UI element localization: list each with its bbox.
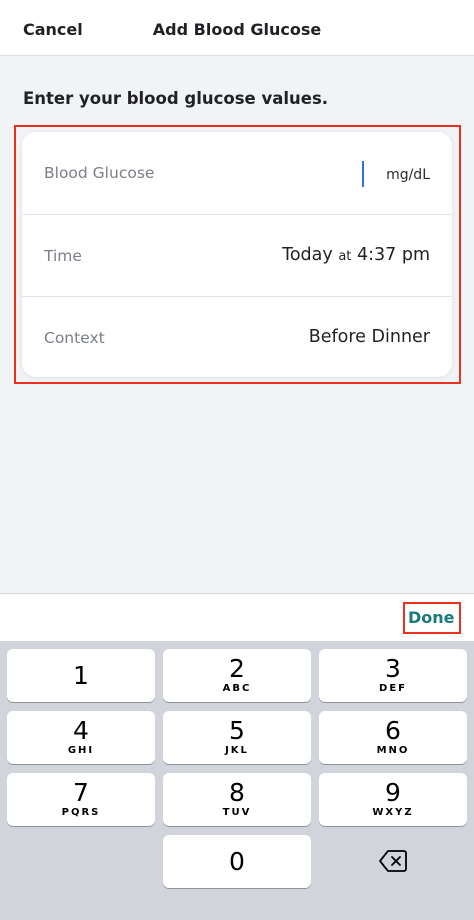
instruction-text: Enter your blood glucose values. <box>23 89 329 108</box>
context-row[interactable]: Context Before Dinner <box>22 296 452 378</box>
time-row[interactable]: Time Today at 4:37 pm <box>22 214 452 296</box>
key-digit: 3 <box>385 654 401 683</box>
context-label: Context <box>44 329 105 347</box>
key-letters: DEF <box>379 683 407 694</box>
key-letters: MNO <box>376 745 410 756</box>
backspace-icon <box>379 850 407 872</box>
unit-label: mg/dL <box>386 167 430 183</box>
blood-glucose-label: Blood Glucose <box>44 164 155 182</box>
key-2[interactable]: 2 ABC <box>163 649 311 702</box>
key-digit: 0 <box>229 847 245 876</box>
done-button[interactable]: Done <box>408 608 455 627</box>
key-digit: 4 <box>73 716 89 745</box>
time-value[interactable]: Today at 4:37 pm <box>282 245 430 265</box>
key-4[interactable]: 4 GHI <box>7 711 155 764</box>
key-9[interactable]: 9 WXYZ <box>319 773 467 826</box>
key-letters: ABC <box>222 683 252 694</box>
glucose-form-card: Blood Glucose mg/dL Time Today at 4:37 p… <box>22 132 452 377</box>
key-1[interactable]: 1 <box>7 649 155 702</box>
key-7[interactable]: 7 PQRS <box>7 773 155 826</box>
time-label: Time <box>44 247 82 265</box>
key-5[interactable]: 5 JKL <box>163 711 311 764</box>
key-letters: WXYZ <box>372 807 414 818</box>
time-clock: 4:37 pm <box>356 245 430 265</box>
key-digit: 5 <box>229 716 245 745</box>
key-letters: JKL <box>225 745 249 756</box>
time-day: Today <box>282 245 333 265</box>
key-digit: 7 <box>73 778 89 807</box>
key-digit: 6 <box>385 716 401 745</box>
key-3[interactable]: 3 DEF <box>319 649 467 702</box>
key-digit: 8 <box>229 778 245 807</box>
text-cursor <box>362 161 364 187</box>
page-title: Add Blood Glucose <box>152 20 322 39</box>
navigation-bar: Cancel Add Blood Glucose <box>0 0 474 56</box>
key-digit: 1 <box>73 661 89 690</box>
delete-key[interactable] <box>319 835 467 888</box>
key-letters: PQRS <box>61 807 101 818</box>
time-at: at <box>338 249 352 264</box>
key-digit: 2 <box>229 654 245 683</box>
key-0[interactable]: 0 <box>163 835 311 888</box>
numeric-keypad: 1 2 ABC 3 DEF 4 GHI 5 JKL 6 MNO 7 PQRS 8… <box>0 641 474 920</box>
key-letters: GHI <box>67 745 95 756</box>
blood-glucose-row[interactable]: Blood Glucose mg/dL <box>22 132 452 214</box>
key-8[interactable]: 8 TUV <box>163 773 311 826</box>
key-digit: 9 <box>385 778 401 807</box>
key-letters: TUV <box>222 807 252 818</box>
context-value[interactable]: Before Dinner <box>309 327 430 347</box>
key-6[interactable]: 6 MNO <box>319 711 467 764</box>
